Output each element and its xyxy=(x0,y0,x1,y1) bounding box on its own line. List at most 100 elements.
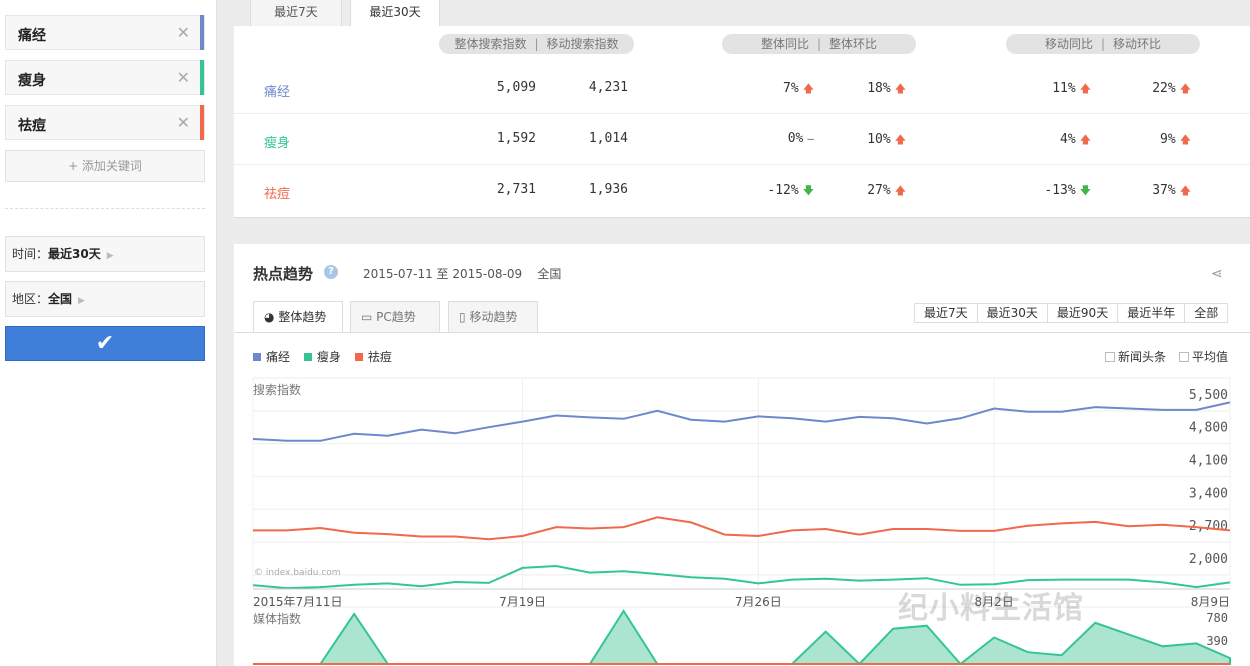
legend-item[interactable]: 痛经 xyxy=(253,348,290,365)
chart-area: 2,0002,7003,4004,1004,8005,5006,200搜索指数©… xyxy=(234,355,1250,666)
checkbox-icon xyxy=(1179,352,1189,362)
time-filter[interactable]: 时间：最近30天 ▶ xyxy=(5,236,205,272)
confirm-button[interactable]: ✔ xyxy=(5,326,205,361)
mobile-index: 1,014 xyxy=(588,131,628,146)
keyword-color-bar xyxy=(200,60,204,95)
add-keyword-button[interactable]: + 添加关键词 xyxy=(5,150,205,182)
region-filter[interactable]: 地区：全国 ▶ xyxy=(5,281,205,317)
arrow-up-icon: 🡅 xyxy=(1179,82,1191,95)
overall-mom: 27% 🡅 xyxy=(846,182,906,201)
mobile-mom: 37% 🡅 xyxy=(1121,182,1191,201)
overall-mom-value: 10% xyxy=(867,132,891,147)
date-range-value: 2015-07-11 至 2015-08-09 xyxy=(363,267,523,281)
range-selector: 最近7天 最近30天 最近90天 最近半年 全部 xyxy=(914,303,1229,323)
tab-last-7-days[interactable]: 最近7天 xyxy=(250,0,342,27)
average-checkbox[interactable]: 平均值 xyxy=(1179,348,1228,365)
header-mobile-search: 移动搜索指数 xyxy=(546,37,619,51)
mobile-yoy-value: 4% xyxy=(1060,132,1076,147)
arrow-up-icon: 🡅 xyxy=(894,82,906,95)
total-index: 1,592 xyxy=(496,131,536,146)
arrow-down-icon: 🡇 xyxy=(1079,184,1091,197)
legend-label: 祛痘 xyxy=(367,350,392,364)
tab-label: PC趋势 xyxy=(376,310,416,324)
mobile-yoy-value: -13% xyxy=(1044,183,1076,198)
range-7-days[interactable]: 最近7天 xyxy=(915,304,978,322)
total-index: 2,731 xyxy=(496,182,536,197)
tab-mobile-trend[interactable]: ▯ 移动趋势 xyxy=(448,301,538,333)
checkbox-icon xyxy=(1105,352,1115,362)
table-row: 祛痘 2,731 1,936 -12% 🡇 27% 🡅 -13% 🡇 37% 🡅 xyxy=(234,165,1250,216)
overall-yoy-value: 0% xyxy=(787,131,804,146)
region-filter-label: 地区： xyxy=(12,292,49,306)
legend-swatch xyxy=(354,353,363,361)
y-tick-label: 4,800 xyxy=(1189,421,1228,436)
keyword-label: 痛经 xyxy=(18,28,46,44)
header-mobile-mom: 移动环比 xyxy=(1113,37,1162,51)
header-mobile-change: 移动同比 | 移动环比 xyxy=(1006,34,1200,54)
legend-swatch xyxy=(253,353,261,361)
keyword-color-bar xyxy=(200,15,204,50)
arrow-up-icon: 🡅 xyxy=(1079,82,1091,95)
series-line xyxy=(253,516,1231,541)
close-icon[interactable]: ✕ xyxy=(177,23,190,42)
arrow-up-icon: 🡅 xyxy=(1179,133,1191,146)
keyword-link[interactable]: 痛经 xyxy=(264,81,290,100)
header-overall-yoy: 整体同比 xyxy=(760,37,809,51)
close-icon[interactable]: ✕ xyxy=(177,113,190,132)
news-checkbox[interactable]: 新闻头条 xyxy=(1105,348,1166,365)
caret-right-icon: ▶ xyxy=(106,251,114,261)
legend-label: 瘦身 xyxy=(316,350,341,364)
time-filter-label: 时间： xyxy=(12,247,49,261)
y-tick-label: 4,100 xyxy=(1189,453,1228,468)
header-search-index: 整体搜索指数 | 移动搜索指数 xyxy=(439,34,634,54)
arrow-up-icon: 🡅 xyxy=(894,184,906,197)
legend-item[interactable]: 祛痘 xyxy=(354,348,392,365)
help-icon[interactable]: ? xyxy=(324,265,338,279)
legend-item[interactable]: 瘦身 xyxy=(303,348,341,365)
source-note: © index.baidu.com xyxy=(254,568,341,578)
overall-yoy: -12% 🡇 xyxy=(754,182,814,201)
tab-pc-trend[interactable]: ▭ PC趋势 xyxy=(350,301,440,333)
mobile-index: 1,936 xyxy=(588,182,628,197)
mobile-mom: 22% 🡅 xyxy=(1121,80,1191,99)
keyword-link[interactable]: 瘦身 xyxy=(264,132,290,151)
chart-title: 搜索指数 xyxy=(253,382,301,397)
y-tick-label: 390 xyxy=(1206,634,1228,648)
legend-label: 痛经 xyxy=(266,350,291,364)
mobile-icon: ▯ xyxy=(459,310,466,324)
arrow-down-icon: 🡇 xyxy=(802,184,814,197)
overall-yoy-value: 7% xyxy=(783,81,799,96)
mobile-yoy: -13% 🡇 xyxy=(1029,182,1091,201)
tab-last-30-days[interactable]: 最近30天 xyxy=(350,0,440,27)
sidebar: 痛经 ✕ 瘦身 ✕ 祛痘 ✕ + 添加关键词 时间：最近30天 ▶ 地区：全国 ▶ … xyxy=(0,0,217,666)
keyword-chip-1[interactable]: 痛经 ✕ xyxy=(5,15,205,50)
trend-panel: 热点趋势 ? 2015-07-11 至 2015-08-09 全国 ⋖ ◕ 整体… xyxy=(234,244,1250,666)
header-total-search: 整体搜索指数 xyxy=(454,37,527,51)
tab-overall-trend[interactable]: ◕ 整体趋势 xyxy=(253,301,343,333)
y-tick-label: 3,400 xyxy=(1189,486,1228,501)
close-icon[interactable]: ✕ xyxy=(177,68,190,87)
region-value: 全国 xyxy=(537,267,562,281)
overall-mom-value: 18% xyxy=(867,81,891,96)
keyword-chip-3[interactable]: 祛痘 ✕ xyxy=(5,105,205,140)
checkbox-label: 新闻头条 xyxy=(1118,350,1167,364)
keyword-chip-2[interactable]: 瘦身 ✕ xyxy=(5,60,205,95)
y-tick-label: 2,000 xyxy=(1189,552,1228,567)
summary-table: 整体搜索指数 | 移动搜索指数 整体同比 | 整体环比 移动同比 | 移动环比 痛经 5,0… xyxy=(234,26,1250,218)
mobile-mom-value: 9% xyxy=(1160,132,1176,147)
mobile-yoy-value: 11% xyxy=(1052,81,1076,96)
mobile-mom: 9% 🡅 xyxy=(1121,131,1191,150)
keyword-color-bar xyxy=(200,105,204,140)
legend-swatch xyxy=(303,353,312,361)
range-30-days[interactable]: 最近30天 xyxy=(977,304,1048,322)
range-90-days[interactable]: 最近90天 xyxy=(1047,304,1119,322)
range-half-year[interactable]: 最近半年 xyxy=(1118,304,1186,322)
share-icon[interactable]: ⋖ xyxy=(1211,266,1223,282)
overall-mom: 18% 🡅 xyxy=(846,80,906,99)
pie-icon: ◕ xyxy=(264,310,275,324)
table-row: 瘦身 1,592 1,014 0% — 10% 🡅 4% 🡅 9% 🡅 xyxy=(234,114,1250,165)
range-all[interactable]: 全部 xyxy=(1185,304,1228,322)
mobile-index: 4,231 xyxy=(588,80,628,95)
keyword-link[interactable]: 祛痘 xyxy=(264,183,290,202)
tab-label: 整体趋势 xyxy=(278,310,327,324)
